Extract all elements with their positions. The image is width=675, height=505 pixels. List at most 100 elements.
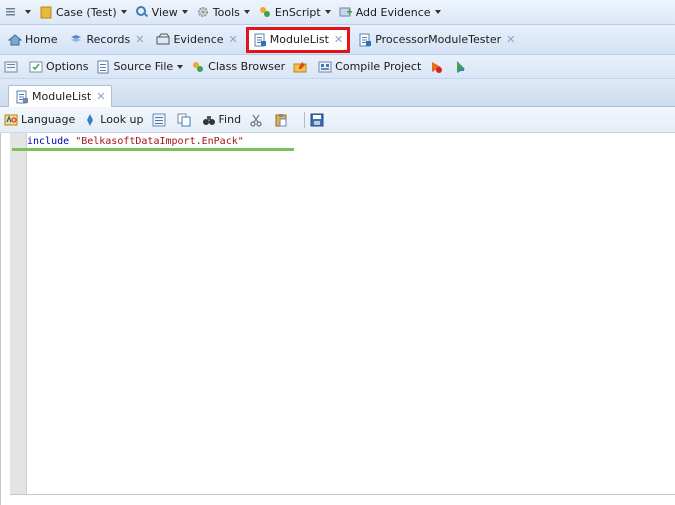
save-button[interactable]: [310, 113, 327, 127]
class-browser-icon: [193, 61, 204, 72]
app-menu-button[interactable]: [4, 5, 31, 19]
enscript-menu-label: EnScript: [274, 5, 321, 19]
close-icon[interactable]: ✕: [135, 33, 144, 46]
tab-modulelist[interactable]: ModuleList ✕: [245, 26, 351, 53]
evidence-icon: [156, 33, 170, 44]
compile-icon: [318, 61, 332, 72]
paste-button[interactable]: [274, 113, 291, 127]
code-keyword: include: [27, 136, 70, 147]
close-icon[interactable]: ✕: [96, 90, 105, 103]
find-button[interactable]: Find: [202, 113, 242, 127]
options-icon: [29, 61, 43, 72]
case-menu[interactable]: Case (Test): [39, 5, 127, 19]
chevron-down-icon: [25, 10, 31, 14]
tab-modulelist-label: ModuleList: [269, 33, 329, 46]
green-squiggle-underline: [12, 148, 294, 151]
editor-toolbar: Language Look up Find: [0, 107, 675, 133]
source-file-dropdown[interactable]: Source File: [96, 60, 184, 74]
view-tab-bar: Home Records ✕ Evidence ✕ ModuleList ✕ P…: [0, 25, 675, 55]
view-icon: [135, 6, 148, 18]
run-icon: [432, 61, 443, 73]
edit-project-button[interactable]: [293, 60, 310, 74]
copy-button[interactable]: [177, 113, 194, 127]
language-button[interactable]: Language: [4, 113, 75, 127]
chevron-down-icon: [434, 10, 441, 14]
language-label: Language: [21, 113, 76, 126]
document-icon: [16, 90, 28, 103]
class-browser-label: Class Browser: [208, 60, 286, 73]
options-label: Options: [46, 60, 89, 73]
tab-records[interactable]: Records ✕: [65, 29, 148, 51]
tab-records-label: Records: [86, 33, 131, 46]
close-icon[interactable]: ✕: [334, 33, 343, 46]
clipboard-button[interactable]: [152, 113, 169, 127]
document-tab-label: ModuleList: [32, 90, 92, 103]
tools-menu[interactable]: Tools: [196, 5, 250, 19]
compile-project-button[interactable]: Compile Project: [318, 60, 421, 74]
chevron-down-icon: [324, 10, 331, 14]
debug-run-icon: [457, 60, 466, 73]
tab-evidence[interactable]: Evidence ✕: [152, 29, 241, 51]
editor-bottom-border: [10, 494, 675, 495]
enscript-icon: [259, 7, 270, 17]
code-editor[interactable]: include "BelkasoftDataImport.EnPack": [0, 133, 675, 505]
source-file-label: Source File: [113, 60, 174, 73]
home-icon: [8, 33, 22, 45]
scissors-icon: [250, 114, 262, 126]
compile-project-label: Compile Project: [335, 60, 422, 73]
chevron-down-icon: [243, 10, 250, 14]
case-menu-label: Case (Test): [56, 5, 117, 19]
tab-home[interactable]: Home: [4, 29, 61, 51]
close-icon[interactable]: ✕: [229, 33, 238, 46]
panel-grid-icon: [4, 61, 18, 72]
enscript-menu[interactable]: EnScript: [258, 5, 331, 19]
folder-edit-icon: [293, 61, 307, 72]
editor-left-border: [0, 133, 1, 505]
debug-button[interactable]: [454, 60, 471, 74]
chevron-down-icon: [177, 64, 184, 69]
code-string-literal: "BelkasoftDataImport.EnPack": [75, 136, 244, 147]
script-toolbar: Options Source File Class Browser Compil…: [0, 55, 675, 79]
tab-modulelist-document[interactable]: ModuleList ✕: [8, 85, 113, 107]
copy-icon: [177, 113, 191, 126]
code-line: include "BelkasoftDataImport.EnPack": [27, 136, 244, 147]
paste-icon: [275, 113, 287, 126]
add-evidence-icon: [339, 7, 352, 17]
close-icon[interactable]: ✕: [506, 33, 515, 46]
tab-evidence-label: Evidence: [173, 33, 224, 46]
chevron-down-icon: [181, 10, 188, 14]
run-button[interactable]: [429, 60, 446, 74]
lookup-icon: [87, 113, 94, 126]
class-browser-button[interactable]: Class Browser: [191, 60, 285, 74]
tools-gear-icon: [197, 7, 208, 17]
cut-button[interactable]: [249, 113, 266, 127]
lookup-button[interactable]: Look up: [83, 113, 144, 127]
chevron-down-icon: [120, 10, 127, 14]
script-file-icon: [254, 33, 266, 46]
source-file-icon: [97, 60, 109, 73]
view-menu[interactable]: View: [135, 5, 188, 19]
options-button[interactable]: Options: [29, 60, 88, 74]
line-number-gutter: [10, 133, 27, 494]
panel-button[interactable]: [4, 60, 21, 74]
script-file-icon: [359, 33, 372, 46]
tab-home-label: Home: [25, 33, 58, 46]
lookup-label: Look up: [100, 113, 144, 126]
toolbar-divider: [304, 111, 306, 128]
tools-menu-label: Tools: [212, 5, 240, 19]
document-tab-bar: ModuleList ✕: [0, 79, 675, 107]
tab-processormoduletester[interactable]: ProcessorModuleTester ✕: [354, 29, 519, 51]
add-evidence-menu[interactable]: Add Evidence: [339, 5, 441, 19]
add-evidence-menu-label: Add Evidence: [355, 5, 431, 19]
find-label: Find: [218, 113, 242, 126]
records-icon: [71, 34, 82, 42]
binoculars-icon: [202, 115, 215, 125]
save-disk-icon: [310, 113, 324, 126]
case-folder-icon: [40, 6, 52, 19]
tab-processormoduletester-label: ProcessorModuleTester: [375, 33, 502, 46]
language-icon: [4, 114, 18, 125]
view-menu-label: View: [151, 5, 178, 19]
list-view-icon: [152, 113, 166, 126]
menu-bar: Case (Test) View Tools EnScript Add Evid…: [0, 0, 675, 25]
menu-lines-icon: [6, 8, 15, 16]
